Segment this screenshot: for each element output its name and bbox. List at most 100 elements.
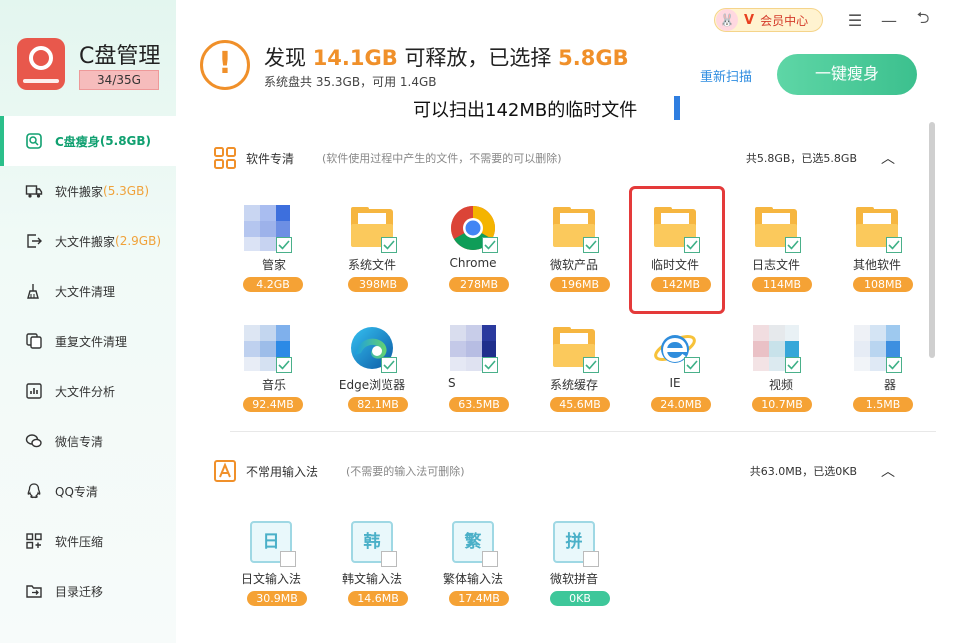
tile-name: 器 [884,378,897,392]
app-title: C盘管理 [79,44,161,69]
size-badge: 114MB [752,277,812,292]
tile-name: 微软产品 [549,258,598,272]
duplicate-icon [24,331,44,351]
selected-size: 5.8GB [558,46,629,70]
sidebar-item-label: 大文件分析 [55,384,116,399]
size-badge: 30.9MB [247,591,307,606]
tile-name: 系统缓存 [549,378,598,392]
sidebar-item-label: 软件搬家 [55,184,104,199]
sidebar-item-directory-migrate[interactable]: 目录迁移 [0,566,176,616]
app-tile-video[interactable]: 视频 10.7MB [731,325,821,425]
checkbox-checked[interactable] [482,237,498,253]
sidebar-nav: C盘瘦身 (5.8GB) 软件搬家 (5.3GB) 大文件搬家 (2.9GB) 大文件… [0,116,176,616]
minimize-icon[interactable]: — [879,10,899,30]
sidebar-item-label: 目录迁移 [55,584,104,599]
checkbox-checked[interactable] [583,237,599,253]
sidebar-item-bigfile-analysis[interactable]: 大文件分析 [0,366,176,416]
checkbox-checked[interactable] [886,237,902,253]
app-tile-guanjia[interactable]: 管家 4.2GB [222,205,312,305]
section-divider [230,431,936,432]
app-tile-log-files[interactable]: 日志文件 114MB [731,205,821,305]
size-badge: 24.0MB [651,397,711,412]
menu-icon[interactable]: ☰ [845,10,865,30]
vip-badge-icon: V [744,12,755,28]
app-tile-chrome[interactable]: Chrome 278MB [428,205,518,305]
checkbox-checked[interactable] [276,357,292,373]
scan-result-headline: 发现 14.1GB 可释放，已选择 5.8GB [264,42,629,72]
sidebar: C盘管理 34/35G C盘瘦身 (5.8GB) 软件搬家 (5.3GB) 大文件搬… [0,0,176,643]
sidebar-item-software-compress[interactable]: 软件压缩 [0,516,176,566]
app-tile-qi[interactable]: 器 1.5MB [832,325,922,425]
checkbox-unchecked[interactable] [482,551,498,567]
sidebar-item-duplicate-clean[interactable]: 重复文件清理 [0,316,176,366]
checkbox-checked[interactable] [276,237,292,253]
app-tile-other-software[interactable]: 其他软件 108MB [832,205,922,305]
app-tile-s[interactable]: S 63.5MB [428,325,518,425]
sidebar-item-label: 微信专清 [55,434,104,449]
sidebar-item-label: 大文件清理 [55,284,116,299]
size-badge: 278MB [449,277,509,292]
checkbox-checked[interactable] [381,357,397,373]
tile-name: S [448,376,456,390]
checkbox-unchecked[interactable] [583,551,599,567]
app-tile-ie[interactable]: IE 24.0MB [630,325,720,425]
ime-tile-japanese[interactable]: 日 日文输入法 30.9MB [226,519,316,619]
export-icon [24,231,44,251]
scrollbar[interactable] [929,122,935,358]
ime-tile-korean[interactable]: 韩 韩文输入法 14.6MB [327,519,417,619]
ime-tile-pinyin[interactable]: 拼 微软拼音 0KB [529,519,619,619]
folder-move-icon [24,581,44,601]
section-summary: 共5.8GB，已选5.8GB [745,152,857,165]
size-badge: 92.4MB [243,397,303,412]
size-badge: 63.5MB [449,397,509,412]
section-header-ime: 不常用输入法 (不需要的输入法可删除) 共63.0MB，已选0KB ︿ [213,457,913,485]
size-badge: 4.2GB [243,277,303,292]
checkbox-unchecked[interactable] [381,551,397,567]
sidebar-item-count: (5.8GB) [99,134,152,148]
back-icon[interactable]: ⮌ [913,8,933,30]
truck-icon [24,181,44,201]
sidebar-item-software-move[interactable]: 软件搬家 (5.3GB) [0,166,176,216]
one-click-slim-button[interactable]: 一键瘦身 [777,54,917,95]
checkbox-checked[interactable] [482,357,498,373]
sidebar-item-bigfile-clean[interactable]: 大文件清理 [0,266,176,316]
checkbox-checked[interactable] [684,357,700,373]
tile-name: 日志文件 [751,258,800,272]
vip-center-button[interactable]: 🐰 V 会员中心 [714,8,823,32]
sidebar-item-bigfile-move[interactable]: 大文件搬家 (2.9GB) [0,216,176,266]
tile-name: 繁体输入法 [442,572,503,586]
checkbox-checked[interactable] [583,357,599,373]
app-tile-microsoft[interactable]: 微软产品 196MB [529,205,619,305]
qq-icon [24,481,44,501]
app-tile-system-cache[interactable]: 系统缓存 45.6MB [529,325,619,425]
ime-tile-traditional[interactable]: 繁 繁体输入法 17.4MB [428,519,518,619]
tile-name: IE [669,376,681,390]
tile-name: 视频 [769,378,794,392]
size-badge: 14.6MB [348,591,408,606]
compress-icon [24,531,44,551]
tile-name: 韩文输入法 [341,572,402,586]
sidebar-item-qq-clean[interactable]: QQ专清 [0,466,176,516]
checkbox-checked[interactable] [785,357,801,373]
sidebar-item-c-slim[interactable]: C盘瘦身 (5.8GB) [0,116,176,166]
broom-icon [24,281,44,301]
checkbox-checked[interactable] [785,237,801,253]
sidebar-item-count: (2.9GB) [115,234,161,248]
checkbox-checked[interactable] [381,237,397,253]
sidebar-item-wechat-clean[interactable]: 微信专清 [0,416,176,466]
app-tile-music[interactable]: 音乐 92.4MB [222,325,312,425]
size-badge: 398MB [348,277,408,292]
checkbox-unchecked[interactable] [280,551,296,567]
tile-name: 微软拼音 [549,572,598,586]
app-tile-edge[interactable]: Edge浏览器 82.1MB [327,325,417,425]
size-badge: 17.4MB [449,591,509,606]
wechat-icon [24,431,44,451]
rescan-link[interactable]: 重新扫描 [700,66,752,85]
chart-icon [24,381,44,401]
app-tile-system-files[interactable]: 系统文件 398MB [327,205,417,305]
collapse-chevron-icon[interactable]: ︿ [881,461,895,481]
tile-name: 管家 [262,258,287,272]
collapse-chevron-icon[interactable]: ︿ [881,148,895,168]
sidebar-item-label: 软件压缩 [55,534,104,549]
checkbox-checked[interactable] [886,357,902,373]
